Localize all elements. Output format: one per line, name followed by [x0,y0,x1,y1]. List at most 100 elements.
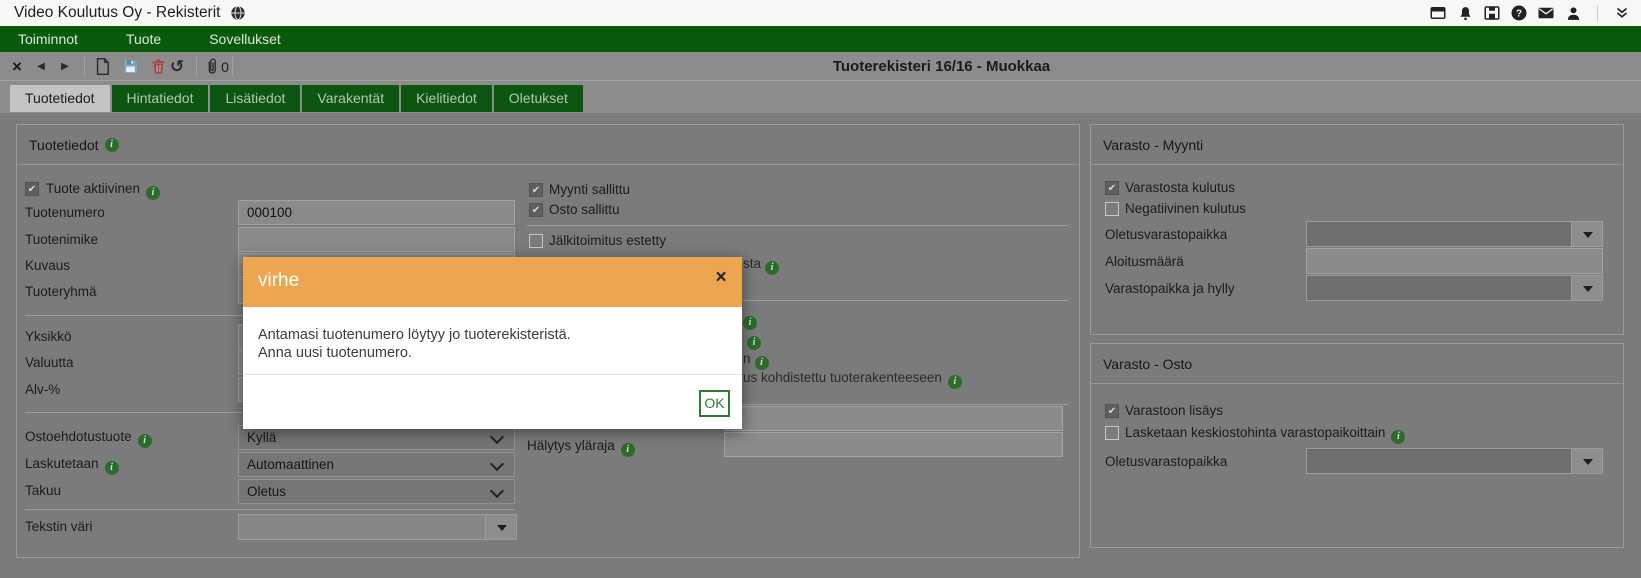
dialog-footer-divider [243,374,742,375]
info-icon[interactable]: i [105,461,119,475]
jalkitoimitus-estetty-checkbox[interactable] [529,234,543,248]
myynti-sallittu-checkbox[interactable]: ✔ [529,183,543,197]
window-title: Video Koulutus Oy - Rekisterit [14,4,220,22]
varastopaikka-ja-hylly-label: Varastopaikka ja hylly [1105,280,1235,298]
new-record-icon[interactable] [90,52,114,81]
halytys-ylaraja-label: Hälytys ylärajai [527,437,635,455]
next-record-button[interactable]: ▶ [56,52,74,81]
info-icon[interactable]: i [755,356,769,370]
dropdown-button[interactable] [1571,276,1602,300]
warehouse-purchase-header: Varasto - Osto [1091,344,1623,384]
error-message-line2: Anna uusi tuotenumero. [258,345,571,363]
obscured-row-fragment: ni [743,351,769,370]
warehouse-purchase-panel: Varasto - Osto [1090,343,1624,548]
dropdown-button[interactable] [1571,449,1602,473]
varastoon-lisays-checkbox[interactable]: ✔ [1105,404,1119,418]
tab-tuotetiedot[interactable]: Tuotetiedot [10,85,110,112]
info-icon[interactable]: i [948,375,962,389]
mail-icon[interactable] [1537,4,1555,22]
svg-text:?: ? [1516,8,1522,19]
takuu-label: Takuu [25,482,61,500]
obscured-row-fragment: us kohdistettu tuoterakenteeseeni [743,370,962,389]
tab-hintatiedot[interactable]: Hintatiedot [112,85,209,112]
obscured-row-fragment: i [747,331,761,350]
varastopaikka-ja-hylly-combobox[interactable] [1306,275,1603,301]
info-icon[interactable]: i [146,186,160,200]
tab-varakentat[interactable]: Varakentät [302,85,399,112]
user-icon[interactable] [1564,4,1582,22]
error-message: Antamasi tuotenumero löytyy jo tuotereki… [258,327,571,362]
title-bar: Video Koulutus Oy - Rekisterit ? [0,0,1641,26]
ok-button[interactable]: OK [699,390,730,417]
menu-sovellukset[interactable]: Sovellukset [209,31,305,47]
help-icon[interactable]: ? [1510,4,1528,22]
valuutta-label: Valuutta [25,354,74,372]
kuvaus-label: Kuvaus [25,257,70,275]
tuotenumero-input[interactable] [238,200,515,225]
caret-down-icon [1583,459,1593,465]
info-icon[interactable]: i [743,316,757,330]
jalkitoimitus-estetty-label: Jälkitoimitus estetty [549,232,666,250]
menu-bar: Toiminnot Tuote Sovellukset [0,26,1641,52]
keskiostohinta-checkbox[interactable] [1105,426,1119,440]
info-icon[interactable]: i [1391,430,1405,444]
partially-visible-input[interactable] [724,406,1063,431]
info-icon[interactable]: i [621,443,635,457]
topbar-separator [1597,5,1598,21]
attachment-count: 0 [218,52,232,81]
osto-sallittu-label: Osto sallittu [549,201,620,219]
tuote-aktiivinen-checkbox[interactable]: ✔ [25,182,39,196]
error-dialog-header [243,257,742,307]
app-window: Video Koulutus Oy - Rekisterit ? Toiminn… [0,0,1641,578]
negatiivinen-kulutus-checkbox[interactable] [1105,202,1119,216]
halytys-ylaraja-input[interactable] [724,432,1063,457]
varastosta-kulutus-label: Varastosta kulutus [1125,179,1235,197]
oletusvarastopaikka-myynti-label: Oletusvarastopaikka [1105,226,1227,244]
record-title: Tuoterekisteri 16/16 - Muokkaa [242,52,1641,81]
info-icon[interactable]: i [105,138,119,152]
window-icon[interactable] [1429,4,1447,22]
dropdown-button[interactable] [485,515,516,539]
aloitusmaara-label: Aloitusmäärä [1105,253,1184,271]
tab-kielitiedot[interactable]: Kielitiedot [401,85,492,112]
ostoehdotustuote-label: Ostoehdotustuotei [25,428,152,446]
tab-lisatiedot[interactable]: Lisätiedot [210,85,300,112]
toolbar-separator [84,57,85,76]
tekstin-vari-combobox[interactable] [238,514,517,540]
oletusvarastopaikka-osto-combobox[interactable] [1306,448,1603,474]
laskutetaan-select[interactable]: Automaattinen [238,452,515,477]
error-dialog-title: virhe [258,270,299,292]
close-record-button[interactable]: × [6,52,28,81]
tab-oletukset[interactable]: Oletukset [494,85,583,112]
error-dialog: virhe × Antamasi tuotenumero löytyy jo t… [243,257,742,429]
info-icon[interactable]: i [747,336,761,350]
close-icon[interactable]: × [710,267,732,289]
info-icon[interactable]: i [765,261,779,275]
menu-tuote[interactable]: Tuote [126,31,185,47]
warehouse-sales-header: Varasto - Myynti [1091,125,1623,165]
takuu-select[interactable]: Oletus [238,479,515,504]
osto-sallittu-checkbox[interactable]: ✔ [529,203,543,217]
product-panel-header: Tuotetiedot i [17,125,1079,165]
oletusvarastopaikka-myynti-combobox[interactable] [1306,221,1603,247]
keskiostohinta-label: Lasketaan keskiostohinta varastopaikoitt… [1125,424,1405,442]
chevron-down-icon [490,484,504,498]
collapse-chevrons-icon[interactable] [1613,4,1631,22]
notifications-bell-icon[interactable] [1456,4,1474,22]
info-icon[interactable]: i [138,434,152,448]
alv-label: Alv-% [25,381,60,399]
save-icon[interactable] [118,52,142,81]
undo-icon[interactable]: ↺ [166,52,188,81]
aloitusmaara-input[interactable] [1306,248,1603,274]
oletusvarastopaikka-osto-label: Oletusvarastopaikka [1105,453,1227,471]
previous-record-button[interactable]: ◀ [32,52,50,81]
obscured-row-fragment: i [743,311,757,330]
dropdown-button[interactable] [1571,222,1602,246]
backup-save-icon[interactable] [1483,4,1501,22]
menu-toiminnot[interactable]: Toiminnot [18,31,102,47]
myynti-sallittu-label: Myynti sallittu [549,181,630,199]
varastosta-kulutus-checkbox[interactable]: ✔ [1105,181,1119,195]
tuotenimike-input[interactable] [238,227,515,252]
caret-down-icon [497,525,507,531]
topbar-icon-group: ? [1429,0,1631,26]
